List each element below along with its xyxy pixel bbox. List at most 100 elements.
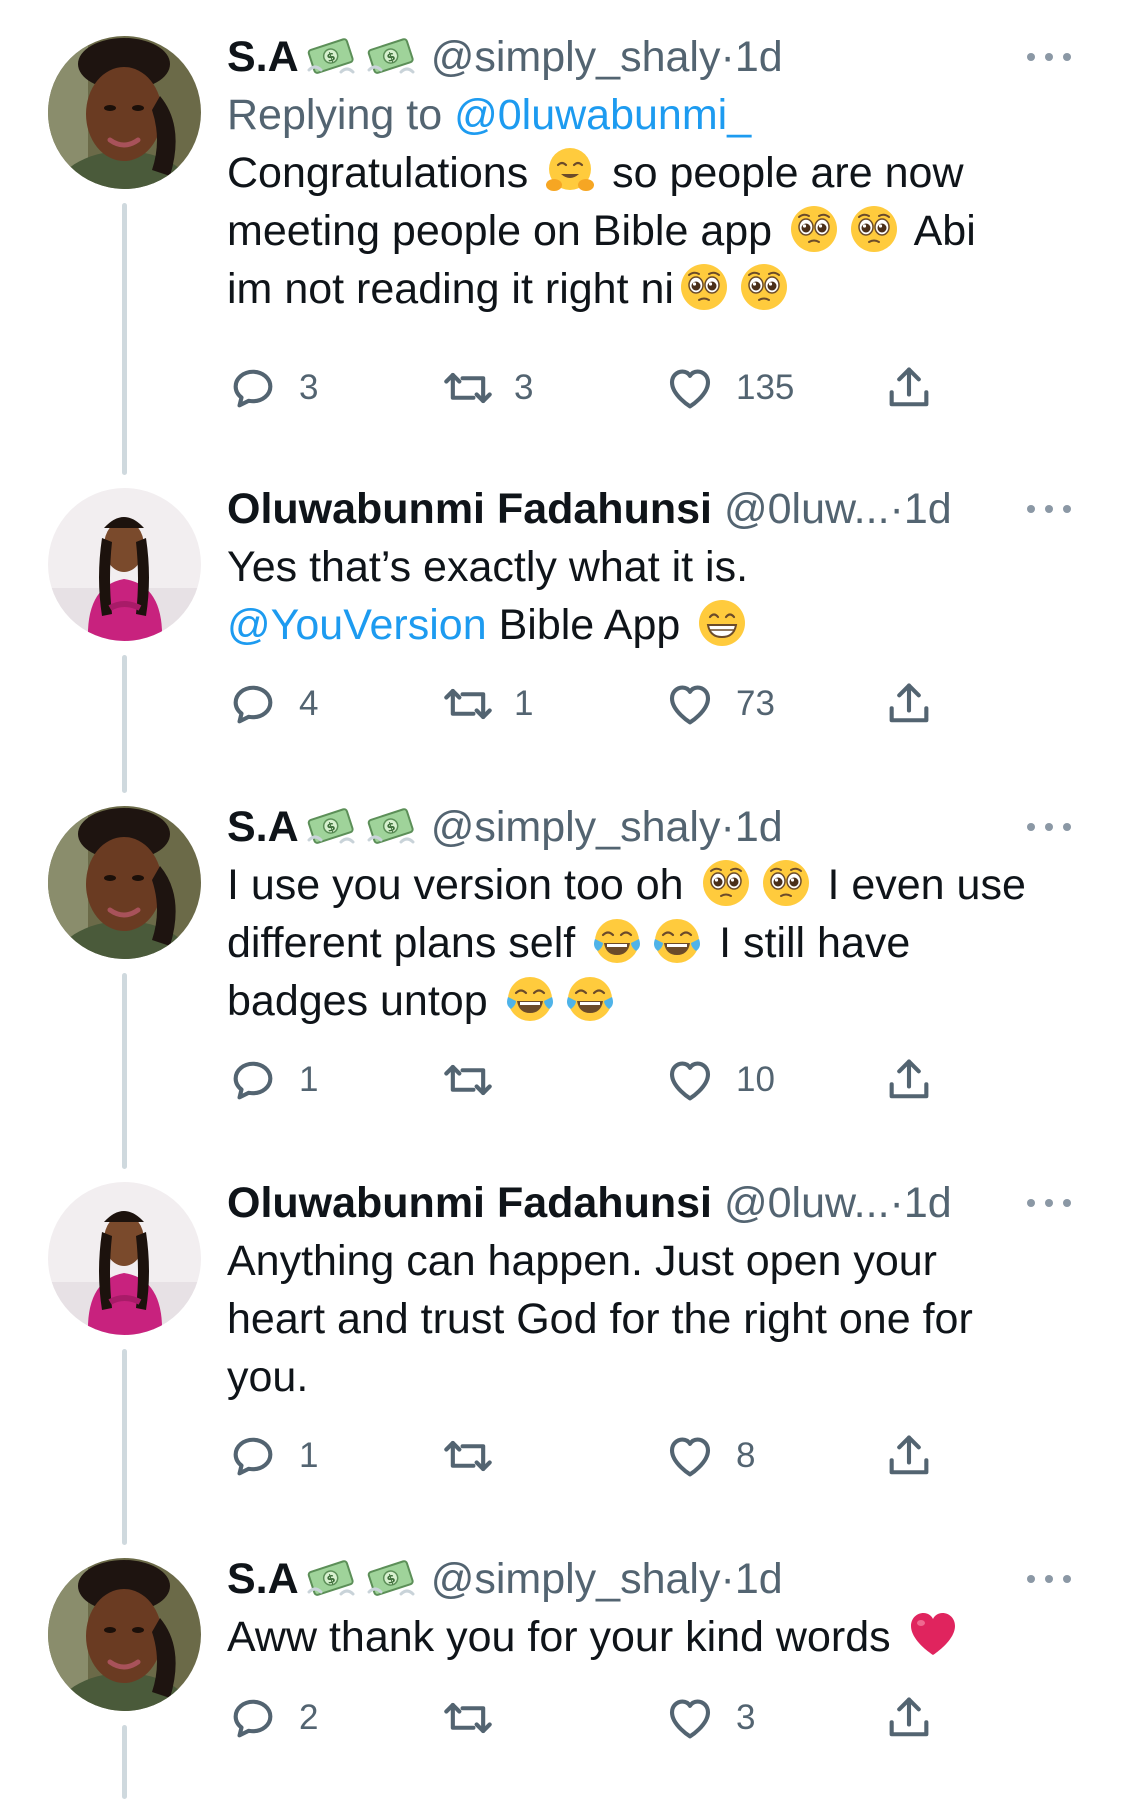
tweet-text: Aww thank you for your kind words (227, 1608, 1097, 1666)
more-icon[interactable] (1024, 50, 1074, 64)
avatar[interactable] (48, 36, 201, 189)
tweet-time[interactable]: 1d (735, 1555, 783, 1603)
retweet-button[interactable] (442, 1052, 514, 1108)
share-icon (883, 362, 935, 414)
like-icon (664, 1054, 716, 1106)
author-handle[interactable]: @simply_shaly (431, 33, 721, 81)
author-name[interactable]: S.A (227, 1550, 299, 1608)
tweet-time[interactable]: 1d (904, 485, 952, 533)
more-icon[interactable] (1024, 1196, 1074, 1210)
reply-count: 2 (299, 1698, 319, 1737)
retweet-icon (442, 1054, 494, 1106)
reply-icon (227, 678, 279, 730)
tweet-text-line: heart and trust God for the right one fo… (227, 1295, 973, 1343)
avatar[interactable] (48, 806, 201, 959)
tweet-text-line: I use you version too oh I even use (227, 856, 1097, 914)
avatar[interactable] (48, 1558, 201, 1711)
retweet-button[interactable]: 3 (442, 360, 533, 416)
like-button[interactable]: 73 (664, 676, 775, 732)
like-count: 135 (736, 368, 795, 407)
share-icon (883, 1692, 935, 1744)
like-button[interactable]: 10 (664, 1052, 775, 1108)
like-icon (664, 1692, 716, 1744)
thread-line (122, 973, 127, 1169)
separator-dot: · (720, 33, 735, 81)
reply-button[interactable]: 2 (227, 1690, 318, 1746)
author-name[interactable]: S.A (227, 28, 299, 86)
text-segment: I still have (707, 919, 911, 967)
tweet-text-line: you. (227, 1353, 309, 1401)
tweet-text-line: meeting people on Bible app Abi (227, 202, 1097, 260)
share-button[interactable] (883, 1052, 935, 1108)
retweet-button[interactable]: 1 (442, 676, 533, 732)
tweet-header: Oluwabunmi Fadahunsi @0luw...·1d (227, 1174, 952, 1232)
tweet-text-line: im not reading it right ni (227, 260, 1097, 318)
tweet-header: S.A @simply_shaly·1d (227, 1550, 783, 1608)
retweet-button[interactable] (442, 1690, 514, 1746)
handle-time: @0luw...·1d (724, 1174, 952, 1232)
author-name[interactable]: S.A (227, 798, 299, 856)
share-button[interactable] (883, 1690, 935, 1746)
text-segment: Aww thank you for your kind words (227, 1613, 903, 1661)
text-segment: Abi (904, 207, 976, 255)
author-name[interactable]: Oluwabunmi Fadahunsi (227, 480, 712, 538)
tweet-text-line: badges untop (227, 972, 1097, 1030)
text-segment: im not reading it right ni (227, 265, 674, 313)
share-button[interactable] (883, 1428, 935, 1484)
handle-time: @simply_shaly·1d (431, 798, 783, 856)
tweet-text: Congratulations so people are now meetin… (227, 144, 1097, 318)
money-with-wings-icon (363, 1556, 419, 1602)
youversion-mention[interactable]: @YouVersion (227, 601, 487, 649)
thread-line (122, 655, 127, 793)
share-button[interactable] (883, 360, 935, 416)
author-name[interactable]: Oluwabunmi Fadahunsi (227, 1174, 712, 1232)
share-icon (883, 1054, 935, 1106)
more-icon[interactable] (1024, 1572, 1074, 1586)
like-button[interactable]: 3 (664, 1690, 755, 1746)
tweet-time[interactable]: 1d (735, 803, 783, 851)
share-button[interactable] (883, 676, 935, 732)
author-handle[interactable]: @simply_shaly (431, 1555, 721, 1603)
text-segment: different plans self (227, 919, 588, 967)
pleading-face-icon (738, 261, 790, 313)
avatar[interactable] (48, 488, 201, 641)
author-handle[interactable]: @simply_shaly (431, 803, 721, 851)
pleading-face-icon (788, 203, 840, 255)
like-button[interactable]: 8 (664, 1428, 755, 1484)
reply-icon (227, 1054, 279, 1106)
retweet-icon (442, 678, 494, 730)
more-icon[interactable] (1024, 502, 1074, 516)
tweet-text: I use you version too oh I even use diff… (227, 856, 1097, 1030)
retweet-icon (442, 362, 494, 414)
reply-button[interactable]: 1 (227, 1052, 318, 1108)
reply-button[interactable]: 4 (227, 676, 318, 732)
money-with-wings-icon (303, 1556, 359, 1602)
like-button[interactable]: 135 (664, 360, 794, 416)
pleading-face-icon (848, 203, 900, 255)
like-icon (664, 362, 716, 414)
author-handle[interactable]: @0luw... (724, 1179, 890, 1227)
retweet-button[interactable] (442, 1428, 514, 1484)
reply-icon (227, 1692, 279, 1744)
reply-count: 3 (299, 368, 319, 407)
pleading-face-icon (678, 261, 730, 313)
tweet-header: S.A @simply_shaly·1d (227, 28, 783, 86)
avatar[interactable] (48, 1182, 201, 1335)
reply-button[interactable]: 3 (227, 360, 318, 416)
handle-time: @simply_shaly·1d (431, 28, 783, 86)
tears-of-joy-icon (591, 915, 643, 967)
more-icon[interactable] (1024, 820, 1074, 834)
reply-count: 1 (299, 1060, 319, 1099)
red-heart-icon (907, 1609, 959, 1661)
share-icon (883, 678, 935, 730)
tweet-text-line: Congratulations so people are now (227, 144, 1097, 202)
reply-button[interactable]: 1 (227, 1428, 318, 1484)
tweet-actions: 1 10 (227, 1052, 987, 1108)
tweet-actions: 1 8 (227, 1428, 987, 1484)
tweet-time[interactable]: 1d (735, 33, 783, 81)
retweet-count: 1 (514, 684, 534, 723)
replying-to-mention[interactable]: @0luwabunmi_ (454, 91, 751, 139)
author-handle[interactable]: @0luw... (724, 485, 890, 533)
tweet-time[interactable]: 1d (904, 1179, 952, 1227)
tweet-text-line: different plans self I still have (227, 914, 1097, 972)
